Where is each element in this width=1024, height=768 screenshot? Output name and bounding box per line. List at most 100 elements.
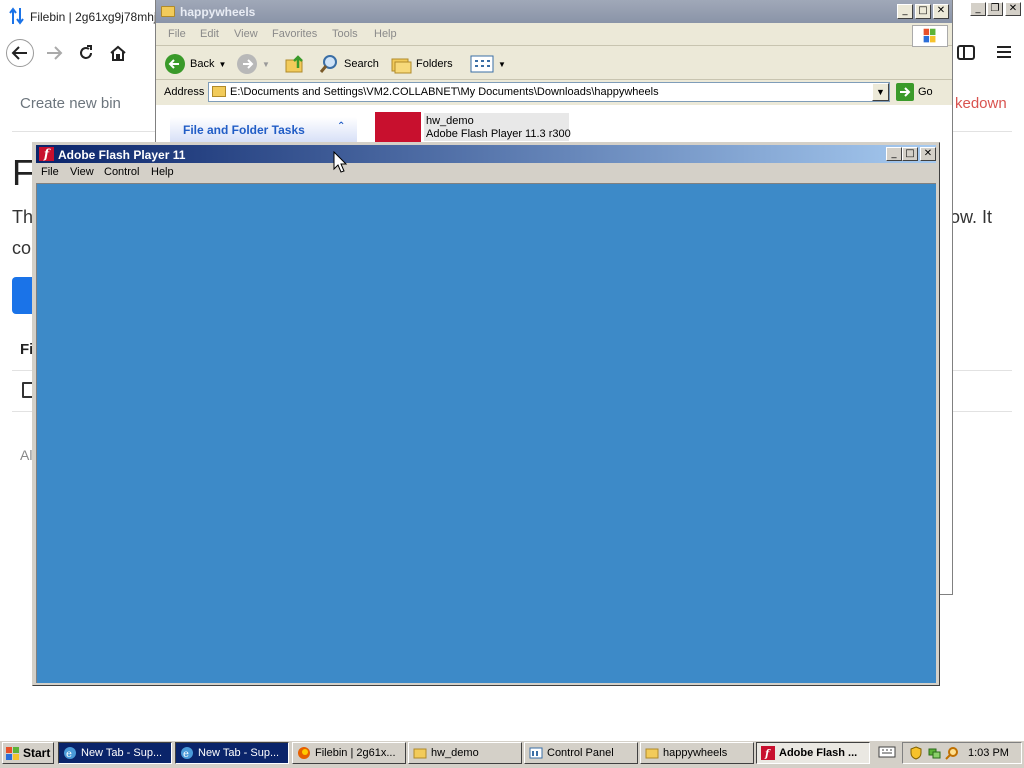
- flash-minimize-button[interactable]: _: [886, 147, 902, 161]
- menu-tools[interactable]: Tools: [332, 28, 358, 40]
- hamburger-menu-icon[interactable]: [992, 40, 1016, 64]
- windows-logo-icon: [912, 25, 948, 47]
- svg-text:e: e: [66, 749, 72, 760]
- taskbar-item-new-tab-1[interactable]: e New Tab - Sup...: [58, 742, 172, 764]
- sort-arrows-icon: [9, 7, 24, 25]
- taskbar-item-filebin[interactable]: Filebin | 2g61x...: [292, 742, 406, 764]
- folder-icon: [161, 6, 175, 17]
- flash-close-button[interactable]: ✕: [920, 147, 936, 161]
- arrow-right-icon: [47, 46, 63, 60]
- network-icon[interactable]: [927, 746, 941, 760]
- flash-titlebar[interactable]: f Adobe Flash Player 11 _ □ ✕: [36, 145, 936, 163]
- security-shield-icon[interactable]: [909, 746, 923, 760]
- flash-maximize-button[interactable]: □: [902, 147, 918, 161]
- reload-button[interactable]: [72, 39, 100, 67]
- clock[interactable]: 1:03 PM: [968, 747, 1009, 759]
- reload-icon: [80, 45, 92, 59]
- search-tray-icon[interactable]: [945, 746, 959, 760]
- start-button[interactable]: Start: [2, 742, 54, 764]
- firefox-tab-title[interactable]: Filebin | 2g61xg9j78mhjh3: [30, 10, 170, 24]
- firefox-restore-button[interactable]: ❐: [987, 2, 1003, 16]
- keyboard-icon[interactable]: [878, 745, 896, 759]
- flash-menu-view[interactable]: View: [70, 166, 94, 178]
- ie-icon: e: [64, 747, 76, 760]
- page-heading: F: [12, 152, 34, 193]
- create-new-bin-link[interactable]: Create new bin: [20, 95, 121, 112]
- taskbar-item-label: Filebin | 2g61x...: [315, 747, 396, 759]
- folders-icon: [391, 58, 412, 74]
- taskbar-item-label: Control Panel: [547, 747, 614, 759]
- explorer-minimize-button[interactable]: _: [897, 4, 913, 19]
- flash-menu-control[interactable]: Control: [104, 166, 139, 178]
- menu-help[interactable]: Help: [374, 28, 397, 40]
- task-pane-title[interactable]: File and Folder Tasks: [183, 123, 305, 137]
- address-label: Address: [164, 86, 205, 98]
- back-button[interactable]: Back ▼: [164, 52, 226, 76]
- file-name[interactable]: hw_demo: [426, 115, 474, 127]
- taskbar-item-label: New Tab - Sup...: [198, 747, 280, 759]
- forward-button[interactable]: ▼: [236, 52, 270, 76]
- intro-text-end: ow. It: [950, 207, 993, 227]
- folder-icon: [212, 86, 226, 97]
- windows-logo-icon: [6, 746, 19, 760]
- search-button[interactable]: Search: [318, 52, 379, 76]
- folders-button[interactable]: Folders: [390, 52, 453, 76]
- go-arrow-icon: [896, 83, 914, 101]
- firefox-close-button[interactable]: ✕: [1005, 2, 1021, 16]
- flash-menu-file[interactable]: File: [41, 166, 59, 178]
- control-panel-icon: [529, 747, 543, 759]
- taskbar-item-label: happywheels: [663, 747, 728, 759]
- up-folder-button[interactable]: [284, 52, 306, 76]
- taskbar-item-control-panel[interactable]: Control Panel: [524, 742, 638, 764]
- address-value[interactable]: E:\Documents and Settings\VM2.COLLABNET\…: [230, 86, 659, 98]
- sidebar-toggle-icon[interactable]: [954, 40, 978, 64]
- flash-menu-help[interactable]: Help: [151, 166, 174, 178]
- forward-button[interactable]: [40, 39, 68, 67]
- menu-file[interactable]: File: [168, 28, 186, 40]
- taskbar-item-adobe-flash[interactable]: f Adobe Flash ...: [756, 742, 870, 764]
- go-label: Go: [918, 86, 933, 98]
- search-label: Search: [344, 58, 379, 70]
- flash-player-window: f Adobe Flash Player 11 _ □ ✕ File View …: [32, 142, 940, 686]
- explorer-toolbar: [156, 47, 952, 80]
- views-button[interactable]: ▼: [470, 52, 506, 76]
- about-link[interactable]: Al: [20, 447, 32, 463]
- menu-view[interactable]: View: [234, 28, 258, 40]
- back-label: Back: [190, 58, 215, 70]
- ie-icon: e: [181, 747, 193, 760]
- home-button[interactable]: [104, 39, 132, 67]
- arrow-left-icon: [11, 46, 27, 60]
- upload-button[interactable]: [12, 277, 34, 314]
- intro-text-line2: co: [12, 238, 32, 258]
- taskbar-item-happywheels[interactable]: happywheels: [640, 742, 754, 764]
- menu-edit[interactable]: Edit: [200, 28, 219, 40]
- folder-icon: [645, 748, 659, 759]
- firefox-icon: [298, 747, 310, 759]
- menu-favorites[interactable]: Favorites: [272, 28, 317, 40]
- taskbar-item-label: hw_demo: [431, 747, 479, 759]
- takedown-link[interactable]: kedown: [955, 95, 1007, 112]
- taskbar-item-new-tab-2[interactable]: e New Tab - Sup...: [175, 742, 289, 764]
- svg-text:e: e: [183, 749, 189, 760]
- intro-text-start: Th: [12, 207, 34, 227]
- start-label: Start: [23, 746, 51, 760]
- explorer-title: happywheels: [180, 5, 256, 19]
- address-dropdown-icon[interactable]: ▼: [872, 83, 889, 101]
- firefox-minimize-button[interactable]: _: [970, 2, 986, 16]
- folder-icon: [413, 748, 427, 759]
- flash-file-icon[interactable]: [375, 112, 421, 146]
- flash-logo-icon: f: [39, 147, 54, 161]
- explorer-maximize-button[interactable]: □: [915, 4, 931, 19]
- home-icon: [110, 45, 126, 61]
- go-button[interactable]: Go: [896, 83, 944, 101]
- back-arrow-icon: [165, 54, 185, 74]
- mouse-cursor-icon: [333, 151, 347, 173]
- explorer-close-button[interactable]: ✕: [933, 4, 949, 19]
- taskbar-item-label: New Tab - Sup...: [81, 747, 163, 759]
- taskbar-item-hw-demo[interactable]: hw_demo: [408, 742, 522, 764]
- flash-stage[interactable]: [36, 183, 936, 683]
- explorer-titlebar[interactable]: happywheels _ □ ✕: [156, 0, 952, 23]
- collapse-chevron-icon[interactable]: ⌃: [337, 121, 345, 132]
- flash-title: Adobe Flash Player 11: [58, 148, 186, 162]
- back-button[interactable]: [6, 39, 34, 67]
